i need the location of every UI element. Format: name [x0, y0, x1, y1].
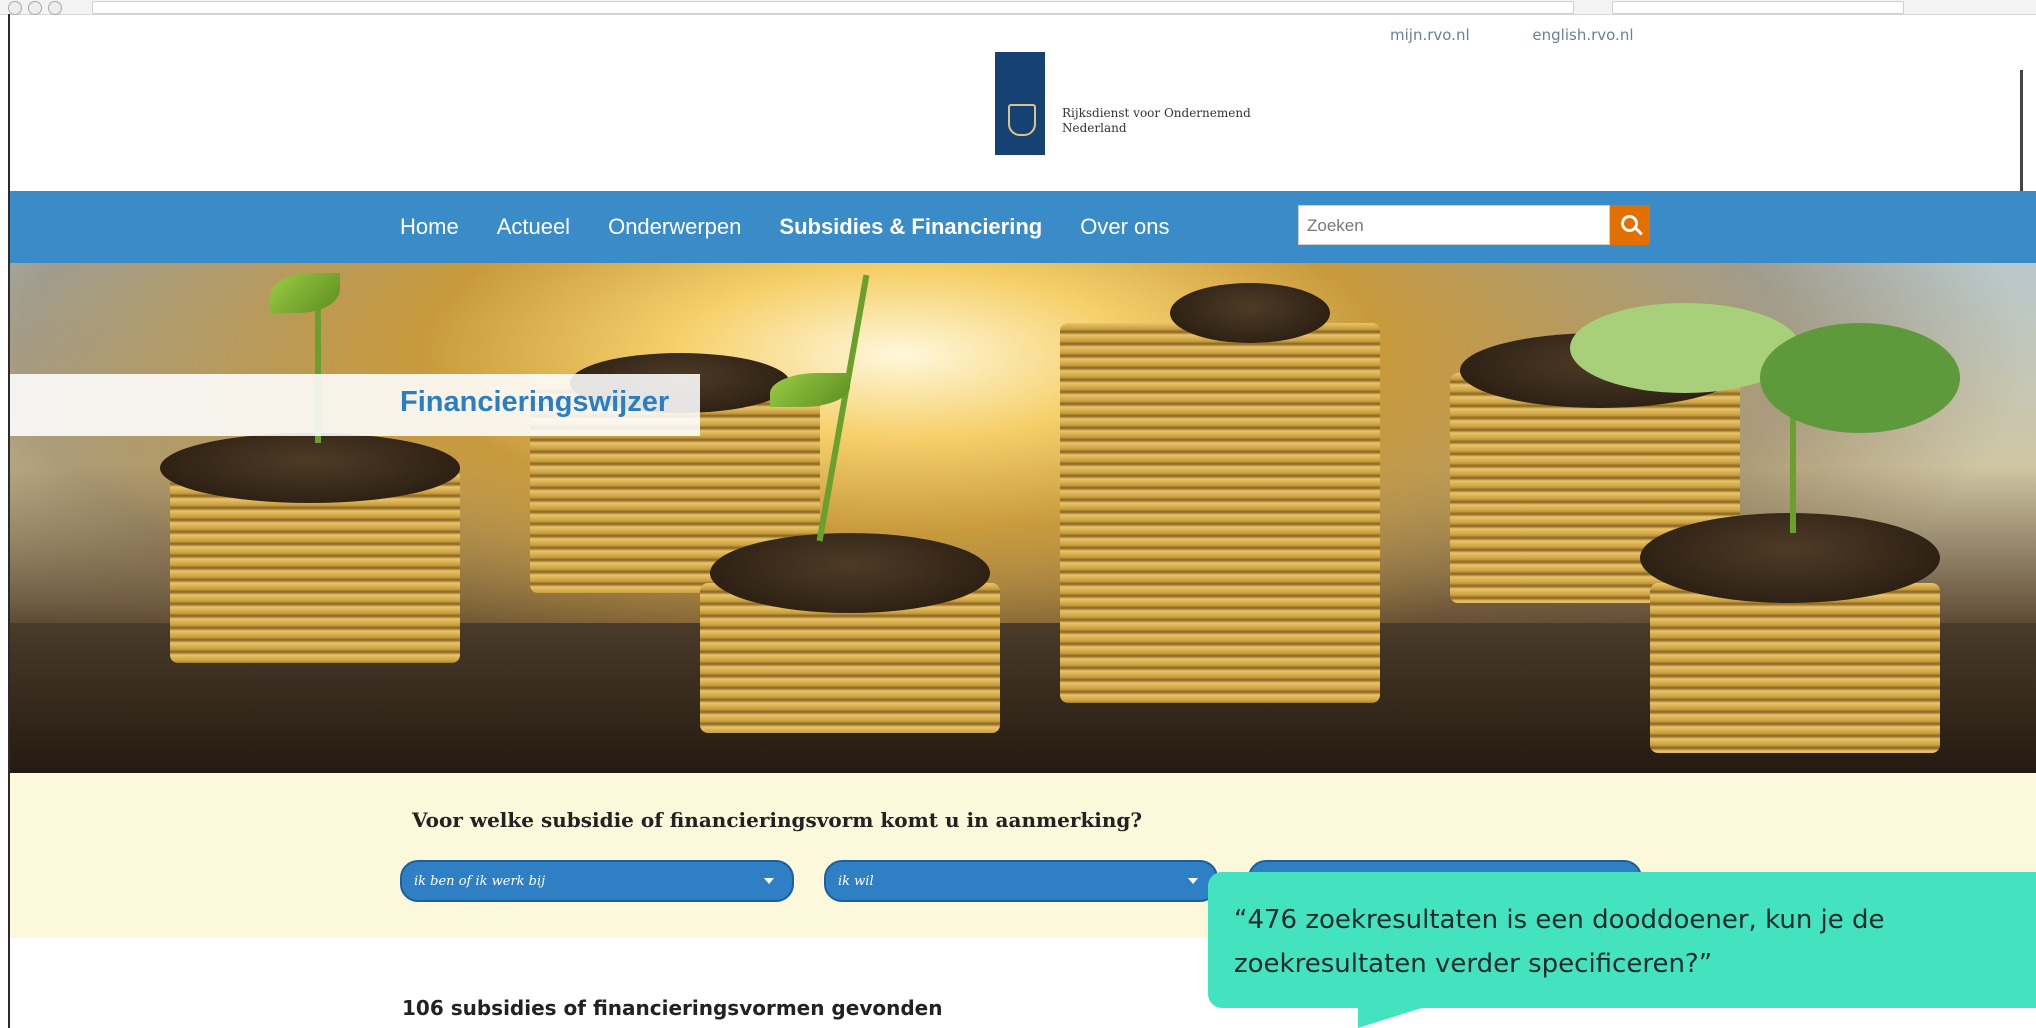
- filter-question: Voor welke subsidie of financieringsvorm…: [412, 808, 1143, 832]
- nav-subsidies-financiering[interactable]: Subsidies & Financiering: [779, 214, 1042, 240]
- address-bar[interactable]: [92, 1, 1574, 14]
- results-count: 106 subsidies of financieringsvormen gev…: [402, 996, 943, 1020]
- search-button[interactable]: [1610, 205, 1650, 245]
- chevron-down-icon: [764, 878, 774, 884]
- hero-image: [10, 263, 2036, 773]
- forward-icon[interactable]: [28, 1, 42, 15]
- logo-text-line2: Nederland: [1062, 121, 1127, 135]
- nav-over-ons[interactable]: Over ons: [1080, 214, 1169, 240]
- annotation-quote: “476 zoekresultaten is een dooddoener, k…: [1234, 905, 1885, 979]
- link-english-rvo[interactable]: english.rvo.nl: [1532, 26, 1633, 44]
- rvo-logo[interactable]: [995, 52, 1045, 155]
- select-ik-wil[interactable]: ik wil: [824, 860, 1218, 902]
- back-icon[interactable]: [8, 1, 22, 15]
- nav-home[interactable]: Home: [400, 214, 459, 240]
- browser-chrome: [0, 0, 2036, 15]
- select-ik-ben-of-werk-bij[interactable]: ik ben of ik werk bij: [400, 860, 794, 902]
- select-value: ik ben of ik werk bij: [414, 874, 546, 889]
- top-links: mijn.rvo.nl english.rvo.nl: [1390, 26, 1692, 44]
- logo-wordmark[interactable]: Rijksdienst voor Ondernemend Nederland: [1062, 106, 1251, 136]
- search-input[interactable]: Zoeken: [1298, 205, 1610, 245]
- crest-icon: [1008, 104, 1036, 136]
- nav-onderwerpen[interactable]: Onderwerpen: [608, 214, 741, 240]
- select-value: ik wil: [838, 874, 874, 889]
- browser-search-field[interactable]: [1612, 1, 1904, 14]
- main-navigation: Home Actueel Onderwerpen Subsidies & Fin…: [10, 191, 2036, 263]
- link-mijn-rvo[interactable]: mijn.rvo.nl: [1390, 26, 1470, 44]
- chevron-down-icon: [1188, 878, 1198, 884]
- annotation-bubble-tail: [1358, 1006, 1428, 1028]
- logo-text-line1: Rijksdienst voor Ondernemend: [1062, 106, 1251, 120]
- page-title: Financieringswijzer: [400, 386, 670, 418]
- reload-icon[interactable]: [48, 1, 62, 15]
- nav-actueel[interactable]: Actueel: [497, 214, 570, 240]
